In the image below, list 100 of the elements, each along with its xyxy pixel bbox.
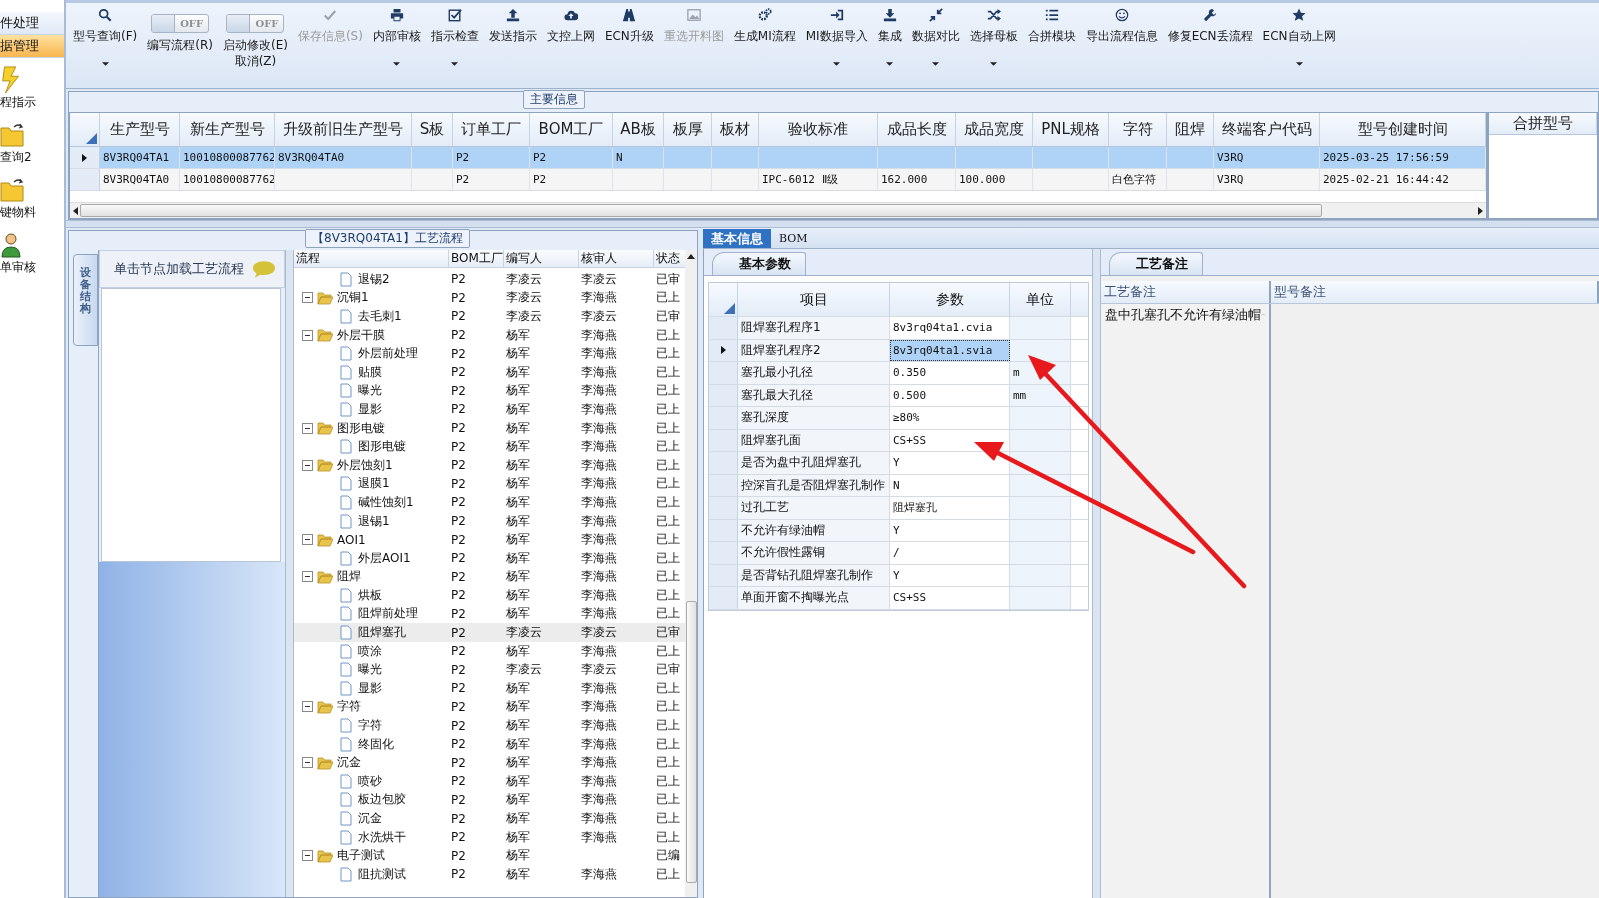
tree-row[interactable]: 外层AOI1 P2 杨军 李海燕 已上 [294, 548, 685, 568]
sidebar-section[interactable]: 件处理 [0, 12, 64, 35]
table-row[interactable]: 8V3RQ04TA0 10010800087762 P2 P2 IPC-6012 Ⅱ级 162.000 100.000 白色字符 V3RQ 2025-02-21 16:44:42 [70, 169, 1486, 191]
table-row[interactable]: 单面开窗不掏曝光点 CS+SS [709, 587, 1088, 610]
column-header[interactable]: 生产型号 [100, 113, 180, 146]
column-header[interactable]: 验收标准 [759, 113, 878, 146]
tree-row[interactable]: 阻焊前处理 P2 杨军 李海燕 已上 [294, 604, 685, 624]
tab[interactable]: 工艺备注 [1109, 252, 1203, 275]
column-header[interactable]: 成品宽度 [956, 113, 1033, 146]
table-row[interactable]: 不允许有绿油帽 Y [709, 519, 1088, 542]
tree-row[interactable]: 喷涂 P2 杨军 李海燕 已上 [294, 641, 685, 661]
toolbar-button[interactable]: 修复ECN丢流程 [1162, 3, 1258, 87]
column-header[interactable]: 项目 [738, 283, 890, 316]
table-row[interactable]: 塞孔最大孔径 0.500 mm [709, 384, 1088, 407]
toolbar-button[interactable]: 合拼模块 [1022, 3, 1081, 87]
sidebar-item[interactable]: 单审核 [0, 223, 64, 278]
table-row[interactable]: 不允许假性露铜 / [709, 542, 1088, 565]
toolbar-button[interactable]: 文控上网 [541, 3, 600, 87]
tree-row[interactable]: 退锡1 P2 杨军 李海燕 已上 [294, 511, 685, 531]
tree-row[interactable]: 喷砂 P2 杨军 李海燕 已上 [294, 772, 685, 791]
tree-row[interactable]: 阻焊 P2 杨军 李海燕 已上 [294, 567, 685, 587]
tree-row[interactable]: 图形电镀 P2 杨军 李海燕 已上 [294, 437, 685, 456]
column-header[interactable]: 核审人 [579, 250, 654, 267]
toolbar-button[interactable]: 发送指示 [483, 3, 542, 87]
tab[interactable]: BOM [771, 229, 816, 248]
toolbar-button[interactable]: 型号查询(F) [68, 3, 143, 87]
column-header[interactable]: 字符 [1109, 113, 1167, 146]
toggle-button[interactable]: OFF 编写流程(R) [142, 3, 218, 87]
tree-row[interactable]: 显影 P2 杨军 李海燕 已上 [294, 400, 685, 419]
tree-row[interactable]: 外层蚀刻1 P2 杨军 李海燕 已上 [294, 455, 685, 475]
toolbar-button[interactable]: ECN自动上网 [1257, 3, 1341, 87]
tree-row[interactable]: 退锡2 P2 李凌云 李凌云 已审 [294, 270, 685, 289]
tree-row[interactable]: 字符 P2 杨军 李海燕 已上 [294, 697, 685, 717]
vertical-tab[interactable]: 设备结构 [73, 254, 98, 347]
collapse-toggle[interactable] [302, 329, 313, 341]
collapse-toggle[interactable] [302, 757, 313, 769]
tree-row[interactable]: AOI1 P2 杨军 李海燕 已上 [294, 530, 685, 549]
tree-row[interactable]: 贴膜 P2 杨军 李海燕 已上 [294, 362, 685, 382]
toolbar-button[interactable]: 集成 [872, 3, 907, 87]
table-row[interactable]: 阻焊塞孔程序2 8v3rq04ta1.svia [709, 339, 1088, 362]
collapse-toggle[interactable] [302, 850, 313, 862]
tree-row[interactable]: 沉金 P2 杨军 李海燕 已上 [294, 753, 685, 773]
toggle-button[interactable]: OFF 启动修改(E) 取消(Z) [217, 3, 293, 87]
sidebar-section[interactable]: 据管理 [0, 35, 64, 58]
tree-row[interactable]: 字符 P2 杨军 李海燕 已上 [294, 716, 685, 735]
table-row[interactable]: 塞孔深度 ≥80% [709, 407, 1088, 430]
column-header[interactable]: BOM工厂 [530, 113, 613, 146]
tree-row[interactable]: 曝光 P2 杨军 李海燕 已上 [294, 381, 685, 401]
scroll-right-icon[interactable] [1478, 206, 1483, 215]
tree-row[interactable]: 沉金 P2 杨军 李海燕 已上 [294, 809, 685, 828]
toolbar-button[interactable]: 数据对比 [906, 3, 965, 87]
toolbar-button[interactable]: 导出流程信息 [1080, 3, 1163, 87]
column-header[interactable]: AB板 [613, 113, 664, 146]
toolbar-button[interactable]: 内部审核 [367, 3, 426, 87]
scroll-left-icon[interactable] [73, 206, 78, 215]
table-row[interactable]: 阻焊塞孔程序1 8v3rq04ta1.cvia [709, 317, 1088, 340]
toolbar-button[interactable]: MI数据导入 [800, 3, 873, 87]
column-header[interactable]: 型号创建时间 [1320, 113, 1486, 146]
column-header[interactable]: BOM工厂 [449, 250, 504, 267]
toolbar-button[interactable]: ECN升级 [599, 3, 659, 87]
collapse-toggle[interactable] [302, 701, 313, 713]
tree-row[interactable]: 烘板 P2 杨军 李海燕 已上 [294, 586, 685, 605]
table-row[interactable]: 过孔工艺 阻焊塞孔 [709, 497, 1088, 520]
vertical-scrollbar[interactable] [685, 250, 697, 897]
table-row[interactable]: 阻焊塞孔面 CS+SS [709, 429, 1088, 452]
table-row[interactable]: 控深盲孔是否阻焊塞孔制作 N [709, 474, 1088, 497]
column-header[interactable]: PNL规格 [1033, 113, 1109, 146]
tree-row[interactable]: 终固化 P2 杨军 李海燕 已上 [294, 734, 685, 754]
collapse-toggle[interactable] [302, 422, 313, 434]
horizontal-scrollbar[interactable] [70, 202, 1486, 218]
tree-row[interactable]: 图形电镀 P2 杨军 李海燕 已上 [294, 418, 685, 438]
tree-row[interactable]: 显影 P2 杨军 李海燕 已上 [294, 679, 685, 698]
column-header[interactable]: 新生产型号 [180, 113, 275, 146]
tab[interactable]: 基本信息 [703, 229, 771, 248]
column-header[interactable]: 升级前旧生产型号 [275, 113, 412, 146]
collapse-toggle[interactable] [302, 534, 313, 546]
tree-row[interactable]: 外层前处理 P2 杨军 李海燕 已上 [294, 344, 685, 363]
sidebar-item[interactable]: 程指示 [0, 58, 64, 113]
tree-row[interactable]: 去毛刺1 P2 李凌云 李凌云 已审 [294, 307, 685, 326]
tree-row[interactable]: 曝光 P2 李凌云 李凌云 已审 [294, 660, 685, 680]
collapse-toggle[interactable] [302, 292, 313, 304]
sidebar-item[interactable]: 查询2 [0, 113, 64, 168]
column-header[interactable]: 订单工厂 [453, 113, 530, 146]
tree-row[interactable]: 阻抗测试 P2 杨军 李海燕 已上 [294, 865, 685, 884]
column-header[interactable]: 板材 [712, 113, 759, 146]
column-header[interactable]: 流程 [294, 250, 449, 267]
collapse-toggle[interactable] [302, 571, 313, 583]
tree-row[interactable]: 外层干膜 P2 杨军 李海燕 已上 [294, 325, 685, 345]
collapse-toggle[interactable] [302, 459, 313, 471]
column-header[interactable]: 板厚 [664, 113, 712, 146]
tree-row[interactable]: 碱性蚀刻1 P2 杨军 李海燕 已上 [294, 493, 685, 512]
tree-row[interactable]: 退膜1 P2 杨军 李海燕 已上 [294, 474, 685, 494]
scroll-up-icon[interactable] [687, 254, 695, 259]
column-header[interactable]: 编写人 [504, 250, 579, 267]
tree-row[interactable]: 板边包胶 P2 杨军 李海燕 已上 [294, 790, 685, 810]
tab[interactable]: 基本参数 [712, 252, 806, 275]
tree-row[interactable]: 阻焊塞孔 P2 李凌云 李凌云 已审 [294, 623, 685, 642]
tree-row[interactable]: 水洗烘干 P2 杨军 李海燕 已上 [294, 827, 685, 847]
toolbar-button[interactable]: 生成MI流程 [728, 3, 801, 87]
column-header[interactable]: 参数 [890, 283, 1010, 316]
